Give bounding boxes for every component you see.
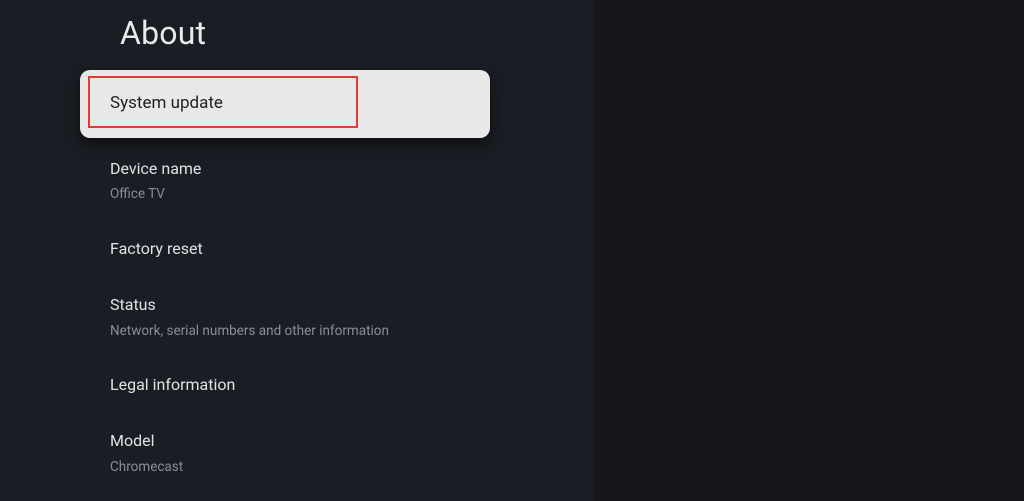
menu-item-title: Status [110,294,460,316]
menu-item-title: Legal information [110,374,460,396]
about-menu: System update Device name Office TV Fact… [80,70,490,496]
menu-item-device-name[interactable]: Device name Office TV [80,144,490,218]
menu-item-subtitle: Office TV [110,186,460,204]
menu-item-status[interactable]: Status Network, serial numbers and other… [80,280,490,354]
menu-item-legal-information[interactable]: Legal information [80,360,490,410]
menu-item-factory-reset[interactable]: Factory reset [80,224,490,274]
menu-item-title: System update [110,92,460,116]
menu-item-title: Device name [110,158,460,180]
menu-item-subtitle: Chromecast [110,459,460,477]
page-title: About [120,14,206,52]
menu-item-title: Factory reset [110,238,460,260]
menu-item-title: Model [110,430,460,452]
menu-item-subtitle: Network, serial numbers and other inform… [110,323,460,341]
menu-item-system-update[interactable]: System update [80,70,490,138]
menu-item-model[interactable]: Model Chromecast [80,416,490,490]
